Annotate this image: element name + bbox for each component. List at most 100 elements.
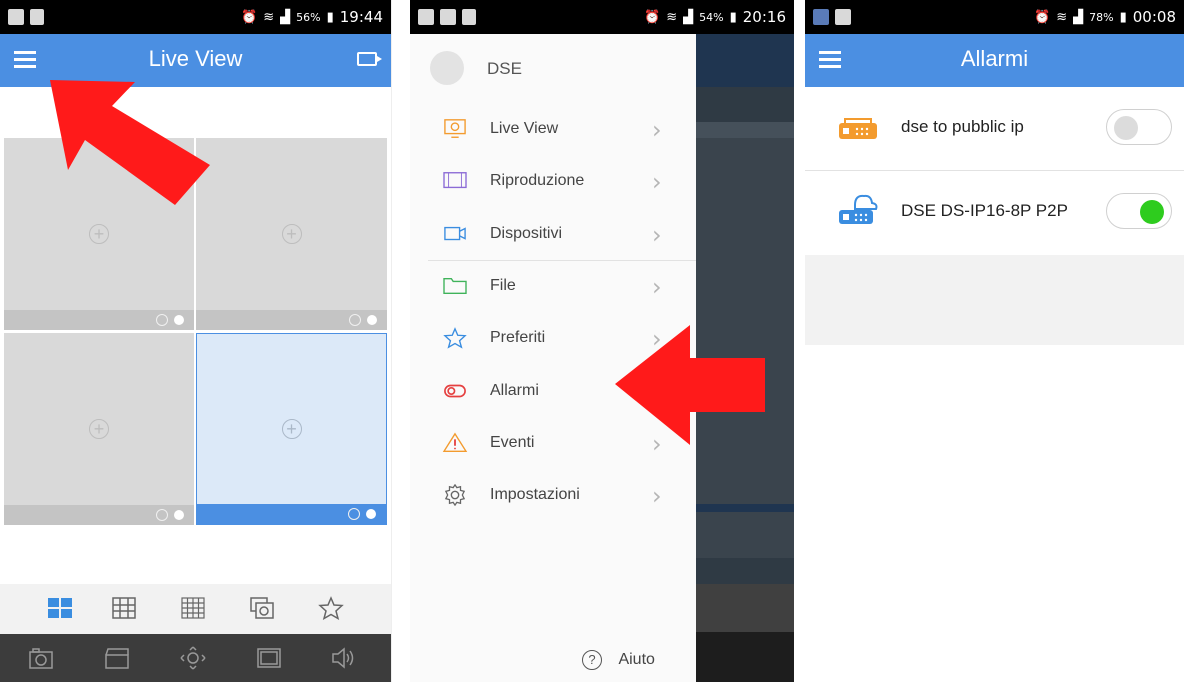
red-arrow-annotation [50, 80, 210, 205]
signal-icon: ▟ [280, 9, 291, 25]
plus-circle-icon[interactable]: + [281, 224, 302, 244]
notification-icon [813, 9, 829, 25]
battery-percent: 56% [296, 10, 321, 24]
menu-item-label: Dispositivi [490, 224, 563, 242]
phone-alarms: ⏰ ≋ ▟ 78% ▮ 00:08 Allarmi dse to pubblic… [805, 0, 1184, 682]
record-dot-icon [367, 315, 377, 325]
menu-item-dispositivi[interactable]: Dispositivi › [410, 209, 696, 261]
battery-percent: 54% [699, 10, 724, 24]
status-bar: ⏰ ≋ ▟ 78% ▮ 00:08 [805, 0, 1184, 34]
speaker-icon[interactable] [330, 646, 356, 670]
cell-status-bar [197, 504, 386, 524]
cloud-dvr-icon [839, 194, 878, 224]
video-cell-selected[interactable]: + [196, 333, 387, 525]
record-dot-icon [174, 315, 184, 325]
status-bar: ⏰ ≋ ▟ 54% ▮ 20:16 [410, 0, 794, 34]
chevron-right-icon: › [652, 272, 662, 301]
record-dot-icon [366, 509, 376, 519]
wifi-icon: ≋ [666, 9, 678, 25]
filmstrip-icon [443, 172, 467, 189]
cell-status-bar [4, 310, 194, 330]
zoom-icon[interactable] [156, 509, 168, 521]
clock: 19:44 [339, 8, 383, 26]
camera-icon[interactable] [28, 646, 54, 670]
menu-item-riproduzione[interactable]: Riproduzione › [410, 156, 696, 208]
menu-item-label: Eventi [490, 433, 535, 451]
page-title: Live View [148, 46, 243, 71]
cell-status-bar [4, 505, 194, 525]
notification-icon [440, 9, 456, 25]
monitor-icon [444, 119, 466, 138]
device-list: dse to pubblic ip DSE DS-IP16-8P P2P [805, 87, 1184, 345]
avatar [430, 51, 464, 85]
zoom-icon[interactable] [349, 314, 361, 326]
notification-icon [418, 9, 434, 25]
cell-status-bar [196, 310, 387, 330]
menu-item-label: File [490, 276, 516, 294]
plus-circle-icon[interactable]: + [89, 224, 109, 244]
signal-icon: ▟ [683, 9, 694, 25]
alarm-toggle-on[interactable] [1106, 193, 1172, 229]
phone-menu: ⏰ ≋ ▟ 54% ▮ 20:16 DSE Live View › Riproduz… [410, 0, 794, 682]
record-dot-icon [174, 510, 184, 520]
menu-item-label: Riproduzione [490, 172, 585, 190]
grid-2x2-icon[interactable] [47, 596, 73, 620]
clock: 20:16 [742, 8, 786, 26]
device-row[interactable]: DSE DS-IP16-8P P2P [805, 171, 1184, 255]
red-arrow-annotation [615, 325, 765, 445]
wifi-icon: ≋ [1056, 9, 1068, 25]
notification-icon [462, 9, 476, 25]
plus-circle-icon[interactable]: + [89, 419, 109, 439]
signal-icon: ▟ [1073, 9, 1084, 25]
alarm-toggle-icon [444, 384, 466, 397]
zoom-icon[interactable] [156, 314, 168, 326]
plus-circle-icon[interactable]: + [281, 419, 302, 439]
multi-screen-icon[interactable] [249, 596, 275, 620]
menu-item-label: Impostazioni [490, 486, 580, 504]
folder-icon [443, 277, 467, 294]
menu-item-label: Live View [490, 120, 559, 137]
grid-3x3-icon[interactable] [111, 596, 137, 620]
video-camera-icon[interactable] [357, 52, 382, 66]
menu-item-impostazioni[interactable]: Impostazioni › [410, 470, 696, 522]
chevron-right-icon: › [652, 168, 662, 197]
video-cell[interactable]: + [196, 138, 387, 330]
alarm-clock-icon: ⏰ [241, 9, 258, 25]
notification-icon [8, 9, 24, 25]
menu-item-label: Allarmi [490, 381, 539, 399]
help-button[interactable]: ? Aiuto [582, 650, 655, 674]
device-row[interactable]: dse to pubblic ip [805, 87, 1184, 171]
status-bar: ⏰ ≋ ▟ 56% ▮ 19:44 [0, 0, 391, 34]
zoom-icon[interactable] [348, 508, 360, 520]
clapperboard-icon[interactable] [104, 646, 130, 670]
dvr-icon [839, 118, 877, 139]
grid-4x4-icon[interactable] [180, 596, 206, 620]
image-icon[interactable] [256, 646, 282, 670]
page-title: Allarmi [960, 46, 1029, 71]
gear-icon [444, 484, 466, 507]
star-icon[interactable] [318, 596, 344, 620]
help-label: Aiuto [618, 651, 655, 668]
video-cell[interactable]: + [4, 333, 194, 525]
clock: 00:08 [1132, 8, 1176, 26]
drawer-header: DSE [410, 34, 696, 104]
video-camera-icon [444, 226, 466, 240]
chevron-right-icon: › [652, 116, 662, 144]
menu-item-file[interactable]: File › [410, 261, 696, 313]
battery-percent: 78% [1089, 10, 1114, 24]
layout-toolbar [0, 584, 391, 634]
menu-item-live-view[interactable]: Live View › [410, 104, 696, 156]
toggle-knob [1140, 200, 1164, 224]
device-name: DSE DS-IP16-8P P2P [901, 201, 1068, 220]
toggle-knob [1114, 116, 1138, 140]
alarm-clock-icon: ⏰ [1034, 9, 1051, 25]
star-icon [443, 327, 467, 349]
notification-icon [30, 9, 44, 25]
battery-icon: ▮ [326, 9, 334, 25]
ptz-icon[interactable] [180, 646, 206, 670]
app-bar: Allarmi [805, 34, 1184, 87]
chevron-right-icon: › [652, 482, 662, 511]
alarm-toggle-off[interactable] [1106, 109, 1172, 145]
notification-icon [835, 9, 851, 25]
alarm-clock-icon: ⏰ [644, 9, 661, 25]
